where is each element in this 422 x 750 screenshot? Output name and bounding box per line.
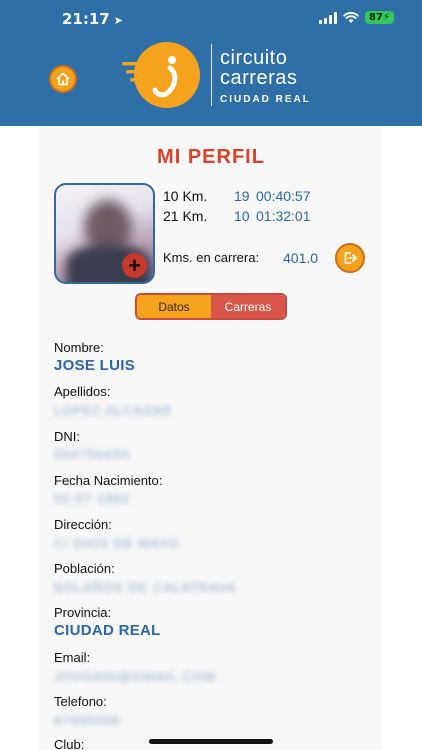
- field-value-fecha-nacimiento: 02-07-1982: [54, 491, 131, 506]
- app-header: 21:17 ➤ 87⚡ circuito carreras CIUDAD REA…: [0, 0, 422, 126]
- field-label-dni: DNI:: [54, 429, 80, 444]
- battery-level: 87: [369, 12, 383, 23]
- home-button[interactable]: [49, 65, 77, 93]
- stat-count: 19: [234, 188, 250, 204]
- field-label-apellidos: Apellidos:: [54, 384, 111, 399]
- field-label-provincia: Provincia:: [54, 605, 112, 620]
- field-label-telefono: Telefono:: [54, 694, 107, 709]
- brand-subtitle: CIUDAD REAL: [220, 94, 311, 105]
- logout-icon: [344, 252, 357, 264]
- status-icons: 87⚡: [319, 11, 394, 24]
- field-label-nombre: Nombre:: [54, 340, 104, 355]
- stat-label: 10 Km.: [163, 188, 208, 204]
- tab-carreras[interactable]: Carreras: [211, 295, 285, 318]
- field-label-fecha-nacimiento: Fecha Nacimiento:: [54, 473, 163, 488]
- field-label-direccion: Dirección:: [54, 517, 112, 532]
- field-label-club: Club:: [54, 737, 85, 750]
- page-title: MI PERFIL: [157, 146, 265, 168]
- stat-label: 21 Km.: [163, 208, 208, 224]
- home-icon: [56, 72, 70, 86]
- field-label-email: Email:: [54, 650, 91, 665]
- tab-datos[interactable]: Datos: [137, 295, 211, 318]
- stat-time: 00:40:57: [256, 188, 311, 204]
- location-arrow-icon: ➤: [113, 14, 123, 27]
- field-value-email: JOVGANI@GMAIL.COM: [54, 669, 216, 684]
- field-value-nombre: JOSE LUIS: [54, 357, 136, 374]
- status-bar: 21:17 ➤ 87⚡: [0, 0, 422, 36]
- field-value-dni: 05475643H: [54, 447, 131, 462]
- brand-line2: carreras: [220, 67, 298, 89]
- field-value-poblacion: BOLAÑOS DE CALATRAVA: [54, 580, 237, 595]
- add-photo-icon: +: [128, 252, 141, 278]
- field-value-telefono: 67995058: [54, 713, 120, 728]
- kms-label: Kms. en carrera:: [163, 250, 260, 265]
- battery-indicator: 87⚡: [365, 11, 394, 24]
- add-photo-button[interactable]: +: [122, 253, 147, 278]
- logout-button[interactable]: [335, 243, 365, 273]
- brand-logo-icon: [122, 42, 200, 108]
- brand-line1: circuito: [220, 47, 288, 69]
- kms-value: 401.0: [283, 250, 319, 266]
- field-value-direccion: C/ DIOS DE MAYO: [54, 536, 180, 551]
- wifi-icon: [343, 11, 359, 23]
- stat-time: 01:32:01: [256, 208, 311, 224]
- brand-text: circuito carreras CIUDAD REAL: [220, 48, 311, 105]
- field-label-poblacion: Población:: [54, 561, 115, 576]
- status-time: 21:17 ➤: [62, 10, 123, 28]
- field-value-apellidos: LOPEZ ALCAZAR: [54, 403, 173, 418]
- profile-tabs: Datos Carreras: [135, 293, 287, 320]
- status-time-text: 21:17: [62, 10, 110, 28]
- home-indicator[interactable]: [149, 739, 273, 744]
- stat-count: 10: [234, 208, 250, 224]
- signal-icon: [319, 11, 338, 24]
- field-value-provincia: CIUDAD REAL: [54, 622, 161, 639]
- logo-divider: [211, 44, 212, 106]
